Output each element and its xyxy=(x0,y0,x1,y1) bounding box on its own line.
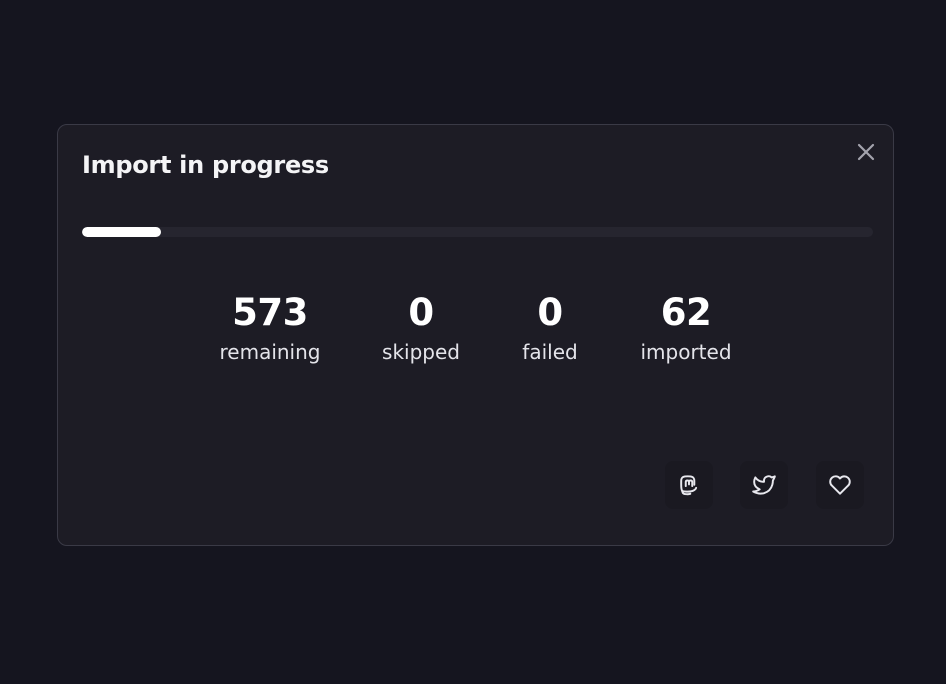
close-icon xyxy=(857,143,875,161)
stat-remaining: 573 remaining xyxy=(220,289,321,365)
mastodon-icon xyxy=(680,475,698,496)
import-progress-dialog: Import in progress 573 remaining 0 skipp… xyxy=(57,124,894,546)
stat-skipped: 0 skipped xyxy=(382,289,460,365)
dialog-title: Import in progress xyxy=(82,151,329,179)
stat-label: remaining xyxy=(219,340,321,364)
heart-icon xyxy=(829,475,851,495)
twitter-icon xyxy=(752,475,776,495)
stat-label: skipped xyxy=(382,340,460,364)
share-twitter-button[interactable] xyxy=(740,461,788,509)
stat-failed: 0 failed xyxy=(522,289,577,365)
stat-value: 0 xyxy=(408,291,434,334)
import-stats: 573 remaining 0 skipped 0 failed 62 impo… xyxy=(58,289,893,379)
import-progress-bar xyxy=(82,227,873,237)
stat-label: failed xyxy=(522,340,578,364)
stat-label: imported xyxy=(640,340,732,364)
stat-value: 62 xyxy=(660,291,712,334)
stat-imported: 62 imported xyxy=(640,289,731,365)
stat-value: 573 xyxy=(232,291,308,334)
donate-heart-button[interactable] xyxy=(816,461,864,509)
close-button[interactable] xyxy=(854,140,878,164)
share-mastodon-button[interactable] xyxy=(665,461,713,509)
progress-bar-fill xyxy=(82,227,162,237)
stat-value: 0 xyxy=(537,291,563,334)
